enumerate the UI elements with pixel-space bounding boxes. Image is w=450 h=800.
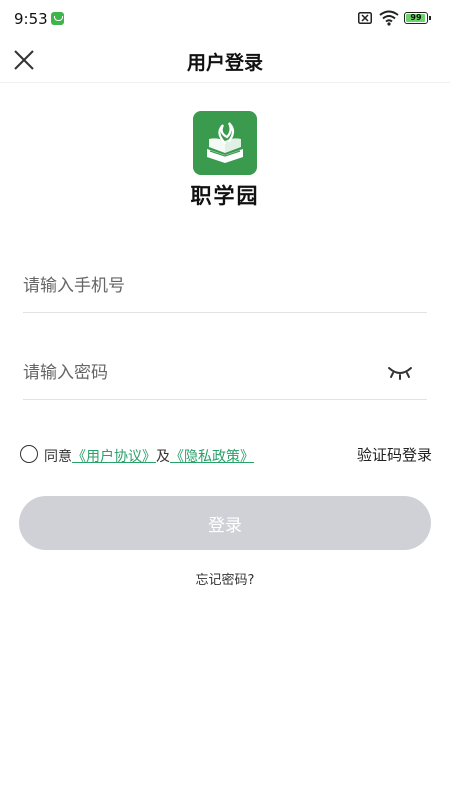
- book-logo-icon: [207, 122, 243, 163]
- login-button[interactable]: 登录: [19, 496, 431, 550]
- forgot-password-row: 忘记密码?: [0, 569, 450, 588]
- password-input[interactable]: [23, 353, 363, 393]
- agreement-checkbox[interactable]: [20, 445, 38, 463]
- password-field: [23, 349, 427, 400]
- wifi-icon: [379, 10, 399, 26]
- status-time: 9:53: [14, 10, 48, 28]
- user-agreement-link[interactable]: 《用户协议》: [72, 449, 156, 465]
- battery-icon: 99: [404, 12, 431, 24]
- notification-app-icon: [51, 12, 64, 25]
- status-bar: 9:53 99: [0, 0, 450, 38]
- agreement-joiner: 及: [156, 449, 170, 465]
- no-sim-icon: [358, 12, 372, 24]
- phone-field: [23, 262, 427, 313]
- agreement-row: 同意《用户协议》及《隐私政策》 验证码登录: [20, 444, 432, 466]
- forgot-password-link[interactable]: 忘记密码?: [196, 573, 255, 588]
- page-title: 用户登录: [186, 52, 263, 74]
- sms-login-link[interactable]: 验证码登录: [357, 444, 432, 465]
- phone-input[interactable]: [23, 266, 363, 306]
- privacy-policy-link[interactable]: 《隐私政策》: [170, 449, 254, 465]
- agreement-prefix: 同意: [44, 449, 72, 465]
- battery-level: 99: [410, 13, 422, 22]
- app-name: 职学园: [190, 183, 260, 208]
- app-logo: [193, 111, 257, 175]
- eye-closed-icon[interactable]: [387, 363, 413, 381]
- nav-bar: 用户登录: [0, 38, 450, 83]
- agreement-text: 同意《用户协议》及《隐私政策》: [44, 446, 254, 466]
